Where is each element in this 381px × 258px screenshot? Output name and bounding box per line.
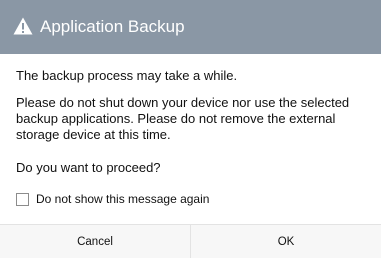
proceed-question: Do you want to proceed? bbox=[16, 160, 161, 175]
dont-show-again-row[interactable]: Do not show this message again bbox=[16, 189, 209, 209]
warning-icon bbox=[13, 17, 33, 35]
dialog-titlebar: Application Backup bbox=[0, 0, 381, 54]
dialog-title: Application Backup bbox=[40, 17, 185, 36]
message-duration: The backup process may take a while. bbox=[16, 68, 238, 83]
dialog-button-bar: Cancel OK bbox=[0, 224, 381, 258]
dont-show-again-checkbox[interactable] bbox=[16, 192, 29, 206]
backup-dialog: Application Backup The backup process ma… bbox=[0, 0, 381, 258]
ok-button[interactable]: OK bbox=[191, 225, 381, 258]
dont-show-again-label[interactable]: Do not show this message again bbox=[36, 192, 209, 206]
message-warning: Please do not shut down your device nor … bbox=[16, 95, 350, 142]
cancel-button[interactable]: Cancel bbox=[0, 225, 190, 258]
